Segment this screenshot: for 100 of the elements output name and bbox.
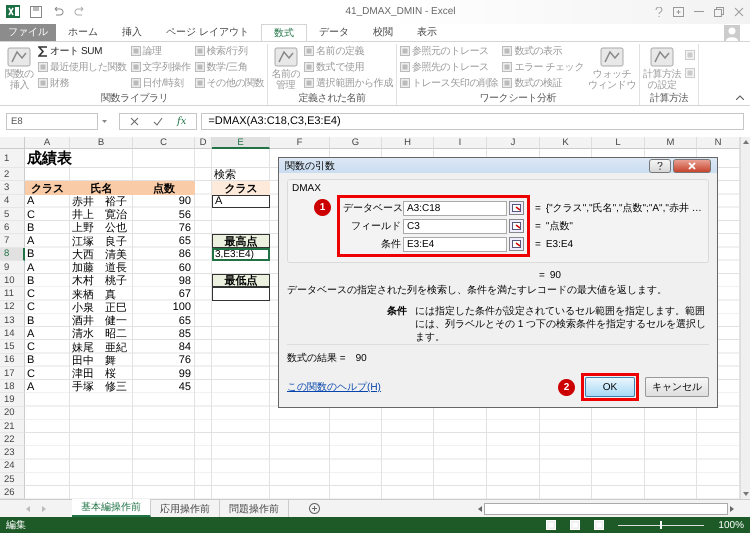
table-cell: クラス (25, 181, 70, 195)
row-header[interactable]: 24 (0, 460, 25, 473)
table-cell-text: 上野 公也 (71, 221, 128, 234)
scroll-right-icon[interactable] (730, 506, 734, 512)
row-header[interactable]: 7 (0, 234, 25, 248)
table-cell-text: 井上 寛治 (71, 208, 128, 222)
column-header[interactable]: H (382, 137, 434, 150)
ribbon-tab[interactable]: 校閲 (360, 24, 405, 41)
row-header[interactable]: 17 (0, 366, 25, 380)
slider-thumb[interactable] (660, 521, 662, 530)
row-header[interactable]: 20 (0, 406, 25, 420)
scroll-up-icon[interactable] (742, 140, 748, 144)
cancel-button[interactable]: キャンセル (645, 377, 709, 398)
row-header[interactable]: 10 (0, 274, 25, 288)
table-cell-text: 木村 桃子 (71, 274, 128, 288)
range-picker-button[interactable] (509, 201, 524, 216)
row-header[interactable]: 18 (0, 380, 25, 394)
column-header[interactable]: E (212, 137, 270, 150)
ok-button[interactable]: OK (585, 377, 635, 398)
undo-icon[interactable] (52, 6, 64, 17)
caret-icon[interactable] (102, 120, 107, 124)
input-cell: 3,E3:E4) (212, 248, 270, 261)
row-header[interactable]: 5 (0, 208, 25, 222)
row-header[interactable]: 26 (0, 486, 25, 500)
row-header[interactable]: 4 (0, 194, 25, 208)
cancel-icon[interactable] (130, 117, 139, 126)
argument-field[interactable]: C3 (403, 218, 507, 234)
column-header[interactable]: F (270, 137, 330, 150)
column-header[interactable]: G (330, 137, 382, 150)
column-header[interactable]: K (540, 137, 592, 150)
ribbon-tab[interactable]: ページ レイアウト (154, 24, 261, 41)
table-cell-text: 67 (178, 287, 192, 301)
table-cell-text: 清水 昭二 (71, 327, 128, 340)
row-header[interactable]: 25 (0, 472, 25, 486)
scroll-left-icon[interactable] (478, 506, 482, 512)
equals-sign: = (535, 220, 541, 232)
save-icon[interactable] (30, 6, 42, 18)
column-header[interactable]: C (133, 137, 195, 150)
scroll-down-icon[interactable] (742, 492, 748, 496)
restore-icon[interactable] (714, 6, 724, 17)
row-header[interactable]: 2 (0, 168, 25, 182)
row-header[interactable]: 16 (0, 354, 25, 367)
row-header[interactable]: 19 (0, 393, 25, 407)
row-header[interactable]: 22 (0, 433, 25, 446)
column-header[interactable]: A (25, 137, 70, 150)
column-header[interactable]: N (697, 137, 740, 150)
close-button[interactable] (673, 158, 711, 173)
ribbon-tab[interactable]: ホーム (56, 24, 110, 41)
row-header[interactable]: 13 (0, 314, 25, 328)
insert-function-button[interactable]: fx (177, 116, 186, 128)
check-icon[interactable] (153, 117, 163, 126)
column-header[interactable]: I (434, 137, 487, 150)
ribbon-tab[interactable]: 表示 (404, 24, 449, 41)
argument-field[interactable]: A3:C18 (403, 200, 507, 216)
ribbon-display-icon[interactable] (673, 6, 684, 17)
ribbon-button[interactable]: オート SUM (38, 44, 127, 59)
help-button[interactable] (649, 158, 671, 173)
row-header[interactable]: 9 (0, 260, 25, 274)
column-header[interactable]: L (592, 137, 645, 150)
ribbon-tab[interactable]: データ (306, 24, 361, 41)
row-header[interactable]: 1 (0, 149, 25, 168)
status-mode: 編集 (6, 519, 26, 532)
row-header[interactable]: 8 (0, 248, 25, 261)
table-cell-text: 赤井 裕子 (71, 194, 128, 208)
name-box[interactable]: E8 (6, 113, 98, 130)
close-icon[interactable] (734, 6, 744, 17)
horizontal-scrollbar[interactable] (484, 502, 728, 515)
column-header[interactable]: B (70, 137, 133, 150)
group-label: 関数ライブラリ (100, 92, 170, 106)
row-header[interactable]: 11 (0, 287, 25, 301)
range-picker-button[interactable] (509, 237, 524, 252)
row-header[interactable]: 23 (0, 446, 25, 460)
sheet-tab[interactable]: 基本編操作前 (72, 499, 151, 518)
column-header[interactable]: D (195, 137, 212, 150)
redo-icon[interactable] (74, 6, 86, 17)
zoom-level[interactable]: 100% (718, 520, 744, 531)
formula-field[interactable]: =DMAX(A3:C18,C3,E3:E4) (201, 113, 744, 130)
row-header[interactable]: 21 (0, 420, 25, 434)
row-header[interactable]: 6 (0, 221, 25, 234)
table-cell-text: 45 (178, 380, 192, 394)
argument-label: 条件 (380, 238, 401, 252)
help-link[interactable]: この関数のヘルプ(H) (287, 380, 552, 394)
minimize-icon[interactable] (694, 10, 704, 13)
argument-field[interactable]: E3:E4 (403, 236, 507, 252)
ribbon-tab[interactable]: 数式 (260, 24, 307, 41)
row-header[interactable]: 14 (0, 327, 25, 340)
row-header[interactable]: 3 (0, 181, 25, 195)
range-picker-icon (512, 222, 521, 230)
row-header[interactable]: 15 (0, 340, 25, 354)
row-header[interactable]: 12 (0, 300, 25, 314)
function-description: データベースの指定された列を検索し、条件を満たすレコードの最大値を返します。 (287, 284, 668, 298)
ribbon-tab[interactable]: 挿入 (110, 24, 154, 41)
collapse-ribbon-icon[interactable] (736, 95, 744, 100)
help-icon[interactable] (655, 6, 663, 17)
add-sheet-icon[interactable] (309, 503, 320, 514)
column-header[interactable]: M (645, 137, 697, 150)
table-cell-text: C (26, 287, 36, 301)
table-cell-text: 加藤 道長 (71, 260, 128, 274)
column-header[interactable]: J (487, 137, 540, 150)
range-picker-button[interactable] (509, 219, 524, 234)
